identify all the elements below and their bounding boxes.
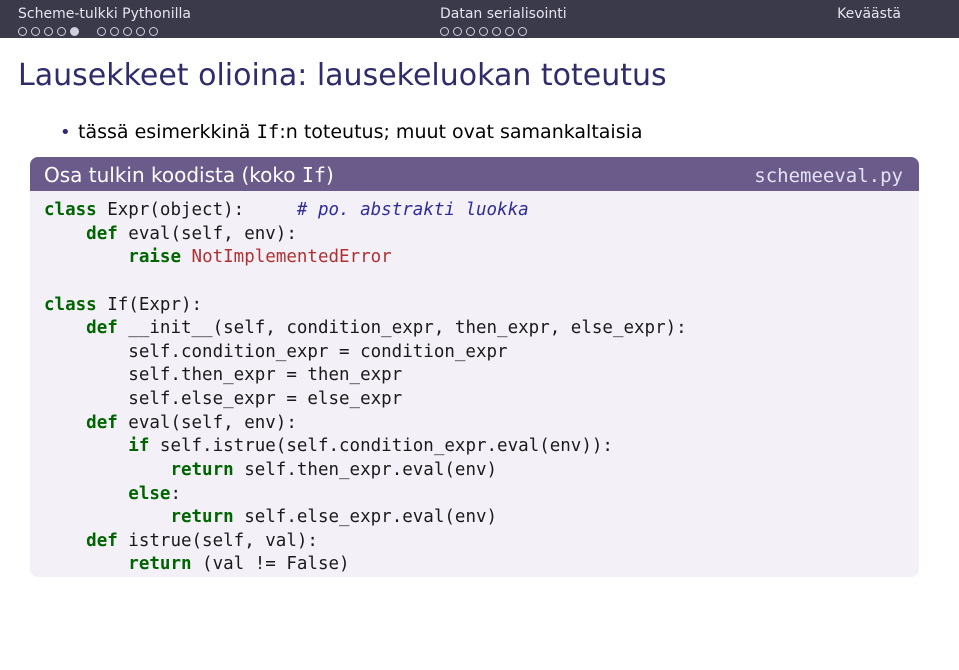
nav-section-left[interactable]: Scheme-tulkki Pythonilla <box>18 6 191 36</box>
progress-bullet[interactable] <box>479 27 488 36</box>
code-block: Osa tulkin koodista (koko If) schemeeval… <box>30 157 919 577</box>
slide-content: • tässä esimerkkinä If:n toteutus; muut … <box>0 121 959 577</box>
progress-bullet[interactable] <box>70 27 79 36</box>
progress-bullet[interactable] <box>97 27 106 36</box>
nav-left-label: Scheme-tulkki Pythonilla <box>18 6 191 22</box>
code-listing: class Expr(object): # po. abstrakti luok… <box>30 191 919 577</box>
progress-bullet[interactable] <box>505 27 514 36</box>
code-block-header: Osa tulkin koodista (koko If) schemeeval… <box>30 157 919 191</box>
nav-left-bullets <box>18 27 191 36</box>
progress-bullet[interactable] <box>18 27 27 36</box>
progress-bullet[interactable] <box>110 27 119 36</box>
progress-bullet[interactable] <box>440 27 449 36</box>
progress-bullet[interactable] <box>57 27 66 36</box>
nav-middle-bullets <box>440 27 567 36</box>
progress-bullet[interactable] <box>136 27 145 36</box>
progress-bullet[interactable] <box>518 27 527 36</box>
progress-bullet[interactable] <box>466 27 475 36</box>
code-block-title: Osa tulkin koodista (koko If) <box>44 163 334 187</box>
nav-right-label: Keväästä <box>837 6 901 22</box>
slide-title: Lausekkeet olioina: lausekeluokan toteut… <box>0 38 959 101</box>
nav-section-middle[interactable]: Datan serialisointi <box>440 6 567 36</box>
progress-bullet[interactable] <box>149 27 158 36</box>
bullet-text: tässä esimerkkinä If:n toteutus; muut ov… <box>78 121 643 143</box>
progress-bullet[interactable] <box>453 27 462 36</box>
progress-bullet[interactable] <box>31 27 40 36</box>
progress-bullet[interactable] <box>492 27 501 36</box>
nav-middle-label: Datan serialisointi <box>440 6 567 22</box>
progress-bullet[interactable] <box>123 27 132 36</box>
progress-bullet[interactable] <box>44 27 53 36</box>
nav-bar: Scheme-tulkki Pythonilla Datan serialiso… <box>0 0 959 38</box>
nav-section-right[interactable]: Keväästä <box>837 6 901 22</box>
bullet-dot: • <box>60 122 78 143</box>
code-block-filename: schemeeval.py <box>754 165 903 187</box>
bullet-item: • tässä esimerkkinä If:n toteutus; muut … <box>60 121 919 143</box>
